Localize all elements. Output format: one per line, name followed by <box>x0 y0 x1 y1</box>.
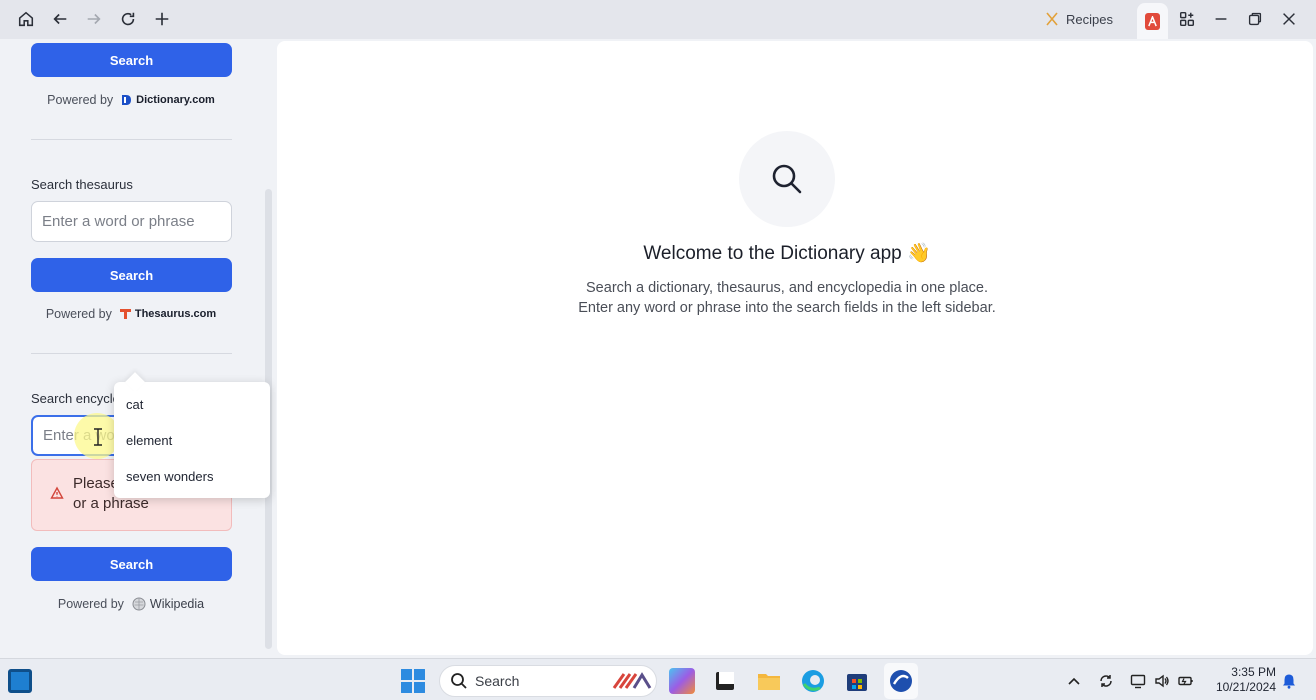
warning-icon <box>50 486 64 499</box>
thesaurus-logo-icon <box>119 309 131 319</box>
recipes-tab[interactable]: Recipes <box>1044 8 1113 30</box>
display-icon[interactable] <box>1130 673 1146 689</box>
welcome-description-line1: Search a dictionary, thesaurus, and ency… <box>586 280 988 296</box>
taskbar-search[interactable]: Search <box>439 665 657 697</box>
thesaurus-search-button[interactable]: Search <box>31 258 232 292</box>
title-bar: Recipes <box>0 0 1316 39</box>
search-icon <box>772 164 802 194</box>
thesaurus-label: Search thesaurus <box>31 177 133 192</box>
section-divider <box>31 353 232 354</box>
powered-by-text: Powered by <box>57 597 124 611</box>
clock-time: 3:35 PM <box>1231 665 1276 679</box>
clock-date: 10/21/2024 <box>1215 680 1276 694</box>
recipes-label: Recipes <box>1066 11 1113 27</box>
dictionary-brand-text: Dictionary.com <box>136 94 215 106</box>
thesaurus-input[interactable] <box>31 201 232 242</box>
desktop-widget-icon[interactable] <box>8 669 32 693</box>
search-highlight-icon <box>612 672 652 689</box>
back-icon[interactable] <box>47 6 73 32</box>
wikipedia-globe-icon <box>132 597 146 611</box>
chevron-up-icon[interactable] <box>1066 673 1082 689</box>
powered-by-text: Powered by <box>45 307 112 321</box>
sidebar: Search Powered by Dictionary.com Search … <box>0 39 276 656</box>
taskbar-clock[interactable]: 3:35 PM 10/21/2024 <box>1206 665 1276 695</box>
notification-bell-icon[interactable] <box>1281 673 1297 689</box>
encyclopedia-powered-by: Powered by Wikipedia <box>0 597 262 611</box>
taskbar: Search 3:35 PM 10/21/2024 <box>0 658 1316 700</box>
thesaurus-brand-text: Thesaurus.com <box>134 308 217 320</box>
search-icon <box>451 673 467 689</box>
folder-icon[interactable] <box>756 668 782 694</box>
edge-browser-icon[interactable] <box>800 668 826 694</box>
wikipedia-brand-text: Wikipedia <box>149 597 205 611</box>
suggestion-item[interactable]: cat <box>126 397 143 412</box>
encyclopedia-search-button[interactable]: Search <box>31 547 232 581</box>
suggestion-item[interactable]: element <box>126 433 172 448</box>
wikipedia-brand[interactable]: Wikipedia <box>132 597 204 611</box>
widgets-icon[interactable] <box>1174 6 1200 32</box>
dictionary-app-taskbar-icon[interactable] <box>888 668 914 694</box>
search-illustration <box>739 131 835 227</box>
file-icon[interactable] <box>712 668 738 694</box>
home-icon[interactable] <box>13 6 39 32</box>
dictionary-logo-icon <box>122 95 132 105</box>
taskbar-search-label: Search <box>475 673 520 689</box>
welcome-heading: Welcome to the Dictionary app 👋 <box>643 243 931 264</box>
main-panel: Welcome to the Dictionary app 👋 Search a… <box>277 41 1313 655</box>
forward-icon[interactable] <box>81 6 107 32</box>
suggestion-item[interactable]: seven wonders <box>126 469 213 484</box>
encyclopedia-label: Search encyclo <box>31 391 120 406</box>
refresh-icon[interactable] <box>115 6 141 32</box>
volume-icon[interactable] <box>1154 673 1170 689</box>
powered-by-text: Powered by <box>47 93 114 107</box>
close-icon[interactable] <box>1276 6 1302 32</box>
store-icon[interactable] <box>844 668 870 694</box>
utensils-icon <box>1046 12 1058 26</box>
minimize-icon[interactable] <box>1208 6 1234 32</box>
plus-icon[interactable] <box>149 6 175 32</box>
suggestions-dropdown: cat element seven wonders <box>114 382 270 498</box>
dictionary-brand[interactable]: Dictionary.com <box>121 94 215 106</box>
windows-start-icon[interactable] <box>400 668 426 694</box>
thesaurus-brand[interactable]: Thesaurus.com <box>119 308 217 320</box>
dictionary-app-icon <box>1145 12 1160 30</box>
dictionary-search-button[interactable]: Search <box>31 43 232 77</box>
dictionary-powered-by: Powered by Dictionary.com <box>0 93 262 107</box>
battery-icon[interactable] <box>1178 673 1194 689</box>
welcome-description-line2: Enter any word or phrase into the search… <box>578 300 996 316</box>
dictionary-app-tab[interactable] <box>1137 3 1168 39</box>
sync-icon[interactable] <box>1098 673 1114 689</box>
restore-icon[interactable] <box>1242 6 1268 32</box>
copilot-icon[interactable] <box>669 668 695 694</box>
text-cursor-icon <box>94 428 102 446</box>
thesaurus-powered-by: Powered by Thesaurus.com <box>0 307 262 321</box>
section-divider <box>31 139 232 140</box>
